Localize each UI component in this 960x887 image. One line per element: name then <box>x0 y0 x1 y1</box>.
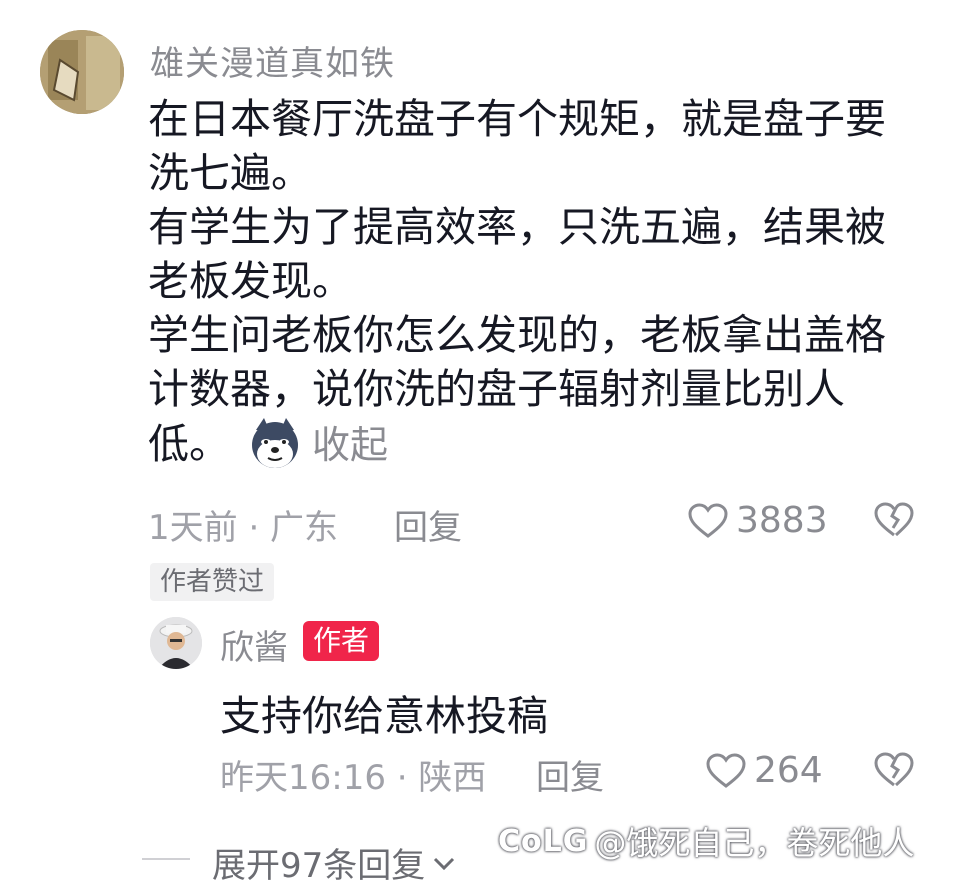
broken-heart-icon <box>874 502 914 537</box>
comment-line: 老板发现。 <box>148 257 353 305</box>
watermark-text: @饿死自己，卷死他人 <box>594 824 915 862</box>
reply-reply-button[interactable]: 回复 <box>536 750 604 799</box>
divider <box>142 858 190 860</box>
comment-line: 有学生为了提高效率，只洗五遍，结果被 <box>148 203 886 251</box>
dislike-button[interactable] <box>874 502 914 542</box>
chevron-down-icon <box>434 857 455 870</box>
doge-emoji-icon <box>248 416 302 470</box>
heart-icon <box>706 752 746 788</box>
comment-username[interactable]: 雄关漫道真如铁 <box>150 36 395 85</box>
reply-like-count: 264 <box>754 750 823 791</box>
comment-line: 洗七遍。 <box>148 149 312 197</box>
reply-avatar[interactable] <box>150 617 202 669</box>
comment-line: 低。 <box>148 420 230 468</box>
author-liked-badge: 作者赞过 <box>150 563 275 601</box>
expand-replies-button[interactable]: 展开97条回复 <box>212 838 457 887</box>
like-count: 3883 <box>736 500 828 541</box>
reply-button[interactable]: 回复 <box>394 500 462 549</box>
watermark-logo: CoLG <box>498 823 589 859</box>
avatar[interactable] <box>40 30 124 114</box>
avatar-image <box>40 30 124 114</box>
heart-icon <box>688 502 728 538</box>
expand-replies-label: 展开97条回复 <box>212 846 426 886</box>
broken-heart-icon <box>874 752 914 787</box>
reply-username[interactable]: 欣酱 <box>220 620 288 669</box>
comment-time-location: 1天前 · 广东 <box>148 508 339 548</box>
reply-dislike-button[interactable] <box>874 752 914 792</box>
reply-time-location: 昨天16:16 · 陕西 <box>220 758 487 798</box>
comment-body: 在日本餐厅洗盘子有个规矩，就是盘子要 洗七遍。 有学生为了提高效率，只洗五遍，结… <box>148 92 928 472</box>
author-badge: 作者 <box>303 621 380 661</box>
reply-body: 支持你给意林投稿 <box>220 692 548 740</box>
comment-line: 计数器，说你洗的盘子辐射剂量比别人 <box>148 365 845 413</box>
like-button[interactable]: 3883 <box>688 500 828 541</box>
comment-line: 学生问老板你怎么发现的，老板拿出盖格 <box>148 311 886 359</box>
collapse-link[interactable]: 收起 <box>312 423 388 467</box>
watermark: CoLG @饿死自己，卷死他人 <box>498 818 914 864</box>
avatar-image <box>150 617 202 669</box>
comment-line: 在日本餐厅洗盘子有个规矩，就是盘子要 <box>148 95 886 143</box>
reply-like-button[interactable]: 264 <box>706 750 823 791</box>
